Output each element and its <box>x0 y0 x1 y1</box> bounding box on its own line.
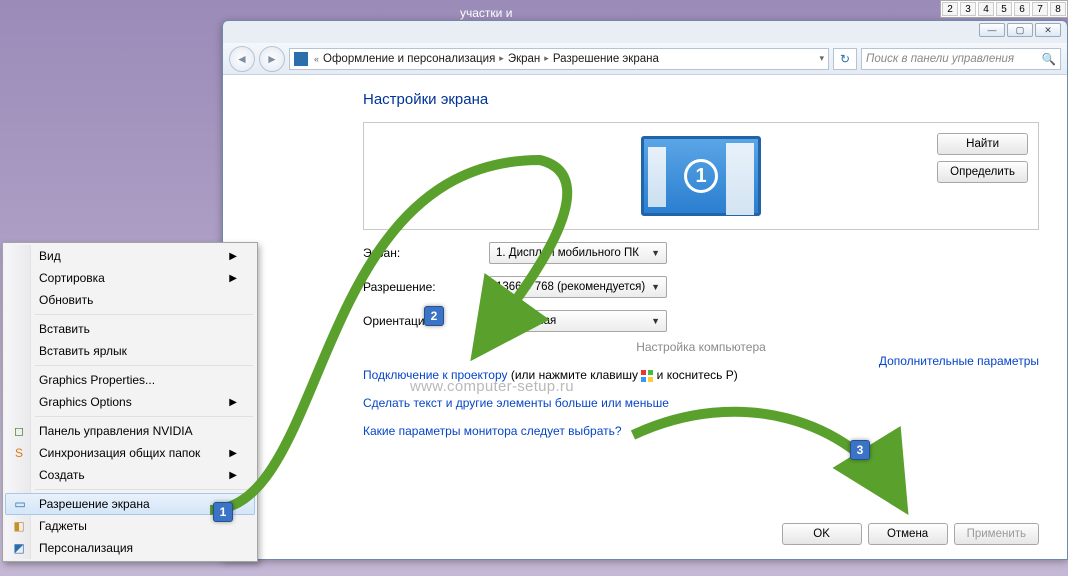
menu-item-label: Панель управления NVIDIA <box>39 424 193 438</box>
control-panel-icon <box>294 52 308 66</box>
screen-resolution-window: — ▢ ✕ ◄ ► « Оформление и персонализация … <box>222 20 1068 560</box>
apply-button[interactable]: Применить <box>954 523 1039 545</box>
subtitle-text: Настройка компьютера <box>363 340 1039 354</box>
submenu-arrow-icon: ▶ <box>229 397 237 408</box>
find-button[interactable]: Найти <box>937 133 1028 155</box>
system-tray-buttons: 2 3 4 5 6 7 8 <box>940 0 1068 18</box>
sys-btn[interactable]: 2 <box>942 2 958 16</box>
refresh-button[interactable]: ↻ <box>833 48 857 70</box>
display-select[interactable]: 1. Дисплей мобильного ПК▼ <box>489 242 667 264</box>
watermark-text: www.computer-setup.ru <box>410 378 574 395</box>
menu-separator <box>35 365 253 366</box>
menu-item-разрешение-экрана[interactable]: ▭ Разрешение экрана <box>5 493 255 515</box>
nvidia-icon: ◻ <box>11 423 27 439</box>
screen-icon: ▭ <box>12 496 28 512</box>
menu-item-label: Гаджеты <box>39 519 87 533</box>
search-input[interactable]: Поиск в панели управления 🔍 <box>861 48 1061 70</box>
menu-item-label: Вставить ярлык <box>39 344 127 358</box>
sys-btn[interactable]: 4 <box>978 2 994 16</box>
submenu-arrow-icon: ▶ <box>229 448 237 459</box>
sys-btn[interactable]: 7 <box>1032 2 1048 16</box>
monitor-preview-area: 1 Найти Определить <box>363 122 1039 230</box>
chevron-right-icon: ▸ <box>544 53 549 64</box>
menu-item-label: Вставить <box>39 322 90 336</box>
sys-btn[interactable]: 3 <box>960 2 976 16</box>
orientation-select[interactable]: Альбомная▼ <box>489 310 667 332</box>
menu-item-персонализация[interactable]: ◩ Персонализация <box>5 537 255 559</box>
menu-item-label: Graphics Options <box>39 395 132 409</box>
dialog-footer: OK Отмена Применить <box>782 523 1039 545</box>
desktop-context-menu: Вид ▶ Сортировка ▶ Обновить Вставить Вставить … <box>2 242 258 562</box>
monitor-number-badge: 1 <box>684 159 718 193</box>
display-label: Экран: <box>363 246 483 260</box>
menu-item-вставить[interactable]: Вставить <box>5 318 255 340</box>
breadcrumb-segment[interactable]: Оформление и персонализация <box>323 53 495 65</box>
chevron-down-icon[interactable]: ▾ <box>819 53 824 64</box>
sys-btn[interactable]: 8 <box>1050 2 1066 16</box>
sys-btn[interactable]: 6 <box>1014 2 1030 16</box>
menu-item-graphics-properties[interactable]: Graphics Properties... <box>5 369 255 391</box>
breadcrumb-segment[interactable]: Разрешение экрана <box>553 53 659 65</box>
menu-separator <box>35 314 253 315</box>
menu-item-label: Обновить <box>39 293 93 307</box>
menu-item-label: Сортировка <box>39 271 105 285</box>
text-size-link[interactable]: Сделать текст и другие элементы больше и… <box>363 396 669 410</box>
menu-item-label: Создать <box>39 468 85 482</box>
orientation-label: Ориентация: <box>363 314 483 328</box>
which-settings-link[interactable]: Какие параметры монитора следует выбрать… <box>363 424 622 438</box>
menu-item-панель-управления-nvidia[interactable]: ◻ Панель управления NVIDIA <box>5 420 255 442</box>
menu-item-обновить[interactable]: Обновить <box>5 289 255 311</box>
menu-separator <box>35 489 253 490</box>
menu-item-сортировка[interactable]: Сортировка ▶ <box>5 267 255 289</box>
search-icon: 🔍 <box>1042 52 1056 66</box>
window-minimize-button[interactable]: — <box>979 23 1005 37</box>
windows-key-icon <box>641 370 653 382</box>
chevron-right-icon: ▸ <box>499 53 504 64</box>
pers-icon: ◩ <box>11 540 27 556</box>
menu-item-гаджеты[interactable]: ◧ Гаджеты <box>5 515 255 537</box>
resolution-label: Разрешение: <box>363 280 483 294</box>
identify-button[interactable]: Определить <box>937 161 1028 183</box>
menu-separator <box>35 416 253 417</box>
nav-back-button[interactable]: ◄ <box>229 46 255 72</box>
chevron-down-icon: ▼ <box>651 248 660 258</box>
breadcrumb[interactable]: « Оформление и персонализация ▸ Экран ▸ … <box>289 48 829 70</box>
menu-item-вид[interactable]: Вид ▶ <box>5 245 255 267</box>
window-close-button[interactable]: ✕ <box>1035 23 1061 37</box>
chevron-left-icon: « <box>314 54 319 64</box>
menu-item-синхронизация-общих-папок[interactable]: S Синхронизация общих папок ▶ <box>5 442 255 464</box>
monitor-1-thumbnail[interactable]: 1 <box>641 136 761 216</box>
submenu-arrow-icon: ▶ <box>229 273 237 284</box>
search-placeholder: Поиск в панели управления <box>866 53 1014 65</box>
cancel-button[interactable]: Отмена <box>868 523 948 545</box>
chevron-down-icon: ▼ <box>651 316 660 326</box>
projector-hint-b: и коснитесь P) <box>653 368 737 382</box>
menu-item-label: Вид <box>39 249 61 263</box>
window-content: Настройки экрана 1 Найти Определить Экра… <box>223 75 1067 559</box>
advanced-settings-link[interactable]: Дополнительные параметры <box>879 354 1039 368</box>
chevron-down-icon: ▼ <box>651 282 660 292</box>
submenu-arrow-icon: ▶ <box>229 470 237 481</box>
menu-item-label: Персонализация <box>39 541 133 555</box>
address-bar: ◄ ► « Оформление и персонализация ▸ Экра… <box>223 43 1067 75</box>
menu-item-graphics-options[interactable]: Graphics Options ▶ <box>5 391 255 413</box>
resolution-select[interactable]: 1366 × 768 (рекомендуется)▼ <box>489 276 667 298</box>
ok-button[interactable]: OK <box>782 523 862 545</box>
background-window-title: участки и <box>460 6 512 20</box>
menu-item-вставить-ярлык[interactable]: Вставить ярлык <box>5 340 255 362</box>
nav-forward-button[interactable]: ► <box>259 46 285 72</box>
menu-item-создать[interactable]: Создать ▶ <box>5 464 255 486</box>
menu-item-label: Разрешение экрана <box>39 497 150 511</box>
sync-icon: S <box>11 445 27 461</box>
page-title: Настройки экрана <box>363 91 1039 108</box>
breadcrumb-segment[interactable]: Экран <box>508 53 540 65</box>
gadget-icon: ◧ <box>11 518 27 534</box>
submenu-arrow-icon: ▶ <box>229 251 237 262</box>
menu-item-label: Graphics Properties... <box>39 373 155 387</box>
window-maximize-button[interactable]: ▢ <box>1007 23 1033 37</box>
menu-item-label: Синхронизация общих папок <box>39 446 200 460</box>
sys-btn[interactable]: 5 <box>996 2 1012 16</box>
